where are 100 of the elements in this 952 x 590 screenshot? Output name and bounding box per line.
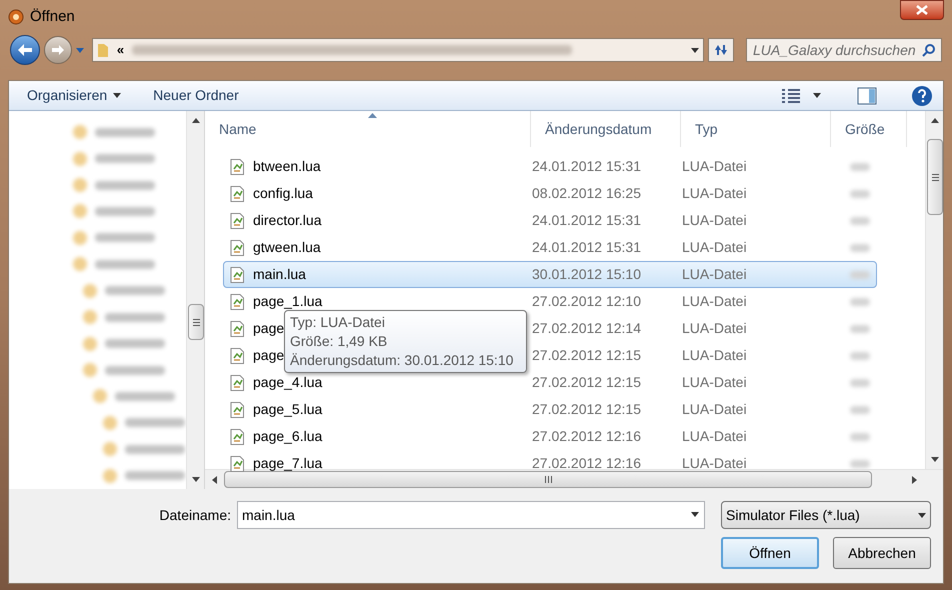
scroll-right-icon[interactable] xyxy=(912,476,917,484)
blurred-size xyxy=(850,324,870,332)
dropdown-caret-icon xyxy=(691,512,699,517)
script-file-icon xyxy=(230,186,244,202)
back-arrow-icon xyxy=(16,43,33,57)
file-row[interactable]: main.lua 30.01.2012 15:10 LUA-Datei xyxy=(223,261,877,288)
column-header[interactable]: Name xyxy=(205,111,531,147)
script-file-icon xyxy=(230,348,244,364)
dropdown-caret-icon xyxy=(918,512,926,518)
refresh-button[interactable] xyxy=(708,38,734,62)
file-type: LUA-Datei xyxy=(682,292,748,311)
script-file-icon xyxy=(230,402,244,418)
modified-date: 27.02.2012 12:10 xyxy=(532,292,642,311)
script-file-icon xyxy=(230,294,244,310)
blurred-size xyxy=(850,162,870,170)
cancel-button[interactable]: Abbrechen xyxy=(833,537,931,569)
file-name[interactable]: gtween.lua xyxy=(253,237,321,258)
search-field[interactable]: LUA_Galaxy durchsuchen xyxy=(746,38,942,62)
file-name[interactable]: director.lua xyxy=(253,210,322,231)
close-icon xyxy=(916,5,928,15)
file-type: LUA-Datei xyxy=(682,265,748,284)
file-type: LUA-Datei xyxy=(682,211,748,230)
file-name[interactable]: page_1.lua xyxy=(253,291,322,312)
blurred-size xyxy=(850,406,870,414)
script-file-icon xyxy=(230,158,244,174)
file-name[interactable]: page xyxy=(253,345,284,366)
filename-field[interactable]: main.lua xyxy=(237,501,705,529)
modified-date: 24.01.2012 15:31 xyxy=(532,238,642,257)
scroll-thumb[interactable] xyxy=(188,304,204,340)
file-name[interactable]: page_4.lua xyxy=(253,372,322,393)
scroll-left-icon[interactable] xyxy=(212,476,217,484)
blurred-size xyxy=(850,352,870,360)
file-type: LUA-Datei xyxy=(682,373,748,392)
file-type: LUA-Datei xyxy=(682,454,748,473)
modified-date: 27.02.2012 12:16 xyxy=(532,427,642,446)
app-icon xyxy=(8,9,24,25)
column-header[interactable]: Typ xyxy=(681,111,831,147)
file-type: LUA-Datei xyxy=(682,346,748,365)
address-dropdown-icon xyxy=(691,48,700,52)
file-type: LUA-Datei xyxy=(682,400,748,419)
search-icon xyxy=(922,42,936,56)
preview-pane-button[interactable] xyxy=(857,86,877,104)
script-file-icon xyxy=(230,266,244,282)
scroll-up-icon[interactable] xyxy=(930,118,938,123)
column-header[interactable]: Größe xyxy=(831,111,907,147)
organize-menu-button[interactable]: Organisieren xyxy=(19,82,130,108)
address-bar[interactable]: « xyxy=(92,38,704,62)
toolbar-button[interactable]: Neuer Ordner xyxy=(145,82,247,108)
file-name[interactable]: btween.lua xyxy=(253,156,321,177)
file-name[interactable]: page_7.lua xyxy=(253,453,322,474)
refresh-icon xyxy=(713,43,730,57)
scroll-down-icon[interactable] xyxy=(192,477,200,482)
scroll-up-icon[interactable] xyxy=(192,118,200,123)
details-view-icon xyxy=(781,88,801,104)
blurred-size xyxy=(850,244,870,252)
script-file-icon xyxy=(230,456,244,472)
modified-date: 27.02.2012 12:15 xyxy=(532,373,642,392)
script-file-icon xyxy=(230,240,244,256)
modified-date: 24.01.2012 15:31 xyxy=(532,157,642,176)
scroll-thumb[interactable] xyxy=(224,471,872,488)
blurred-size xyxy=(850,298,870,306)
tooltip-line: Änderungsdatum: 30.01.2012 15:10 xyxy=(290,351,514,370)
modified-date: 27.02.2012 12:14 xyxy=(532,319,642,338)
script-file-icon xyxy=(230,212,244,228)
close-button[interactable] xyxy=(900,0,944,20)
script-file-icon xyxy=(230,374,244,390)
window-title: Öffnen xyxy=(30,6,75,27)
file-type: LUA-Datei xyxy=(682,319,748,338)
help-icon xyxy=(911,84,933,106)
file-name[interactable]: page_5.lua xyxy=(253,399,322,420)
modified-date: 27.02.2012 12:15 xyxy=(532,346,642,365)
scroll-thumb[interactable] xyxy=(927,139,943,215)
blurred-size xyxy=(850,190,870,198)
file-type: LUA-Datei xyxy=(682,427,748,446)
script-file-icon xyxy=(230,320,244,336)
file-name[interactable]: config.lua xyxy=(253,183,313,204)
file-name[interactable]: main.lua xyxy=(253,264,306,285)
file-name[interactable]: page xyxy=(253,318,284,339)
blurred-size xyxy=(850,270,870,278)
file-type: LUA-Datei xyxy=(682,157,748,176)
modified-date: 08.02.2012 16:25 xyxy=(532,184,642,203)
modified-date: 27.02.2012 12:16 xyxy=(532,454,642,473)
preview-pane-icon xyxy=(857,86,877,104)
scroll-down-icon[interactable] xyxy=(930,457,938,462)
blurred-size xyxy=(850,432,870,440)
file-type: LUA-Datei xyxy=(682,238,748,257)
column-header[interactable]: Änderungsdatum xyxy=(531,111,681,147)
filename-label: Dateiname: xyxy=(159,506,231,524)
history-caret-icon[interactable] xyxy=(76,48,84,52)
open-button[interactable]: Öffnen xyxy=(721,537,819,569)
tooltip-line: Typ: LUA-Datei xyxy=(290,313,386,332)
tooltip-line: Größe: 1,49 KB xyxy=(290,332,388,351)
caret-icon xyxy=(813,93,821,98)
script-file-icon xyxy=(230,428,244,444)
file-type-dropdown[interactable]: Simulator Files (*.lua) xyxy=(721,501,931,529)
path-overflow-button[interactable]: « xyxy=(116,40,124,60)
modified-date: 30.01.2012 15:10 xyxy=(532,265,642,284)
help-button[interactable] xyxy=(911,84,933,106)
blurred-size xyxy=(850,460,870,468)
file-name[interactable]: page_6.lua xyxy=(253,426,322,447)
